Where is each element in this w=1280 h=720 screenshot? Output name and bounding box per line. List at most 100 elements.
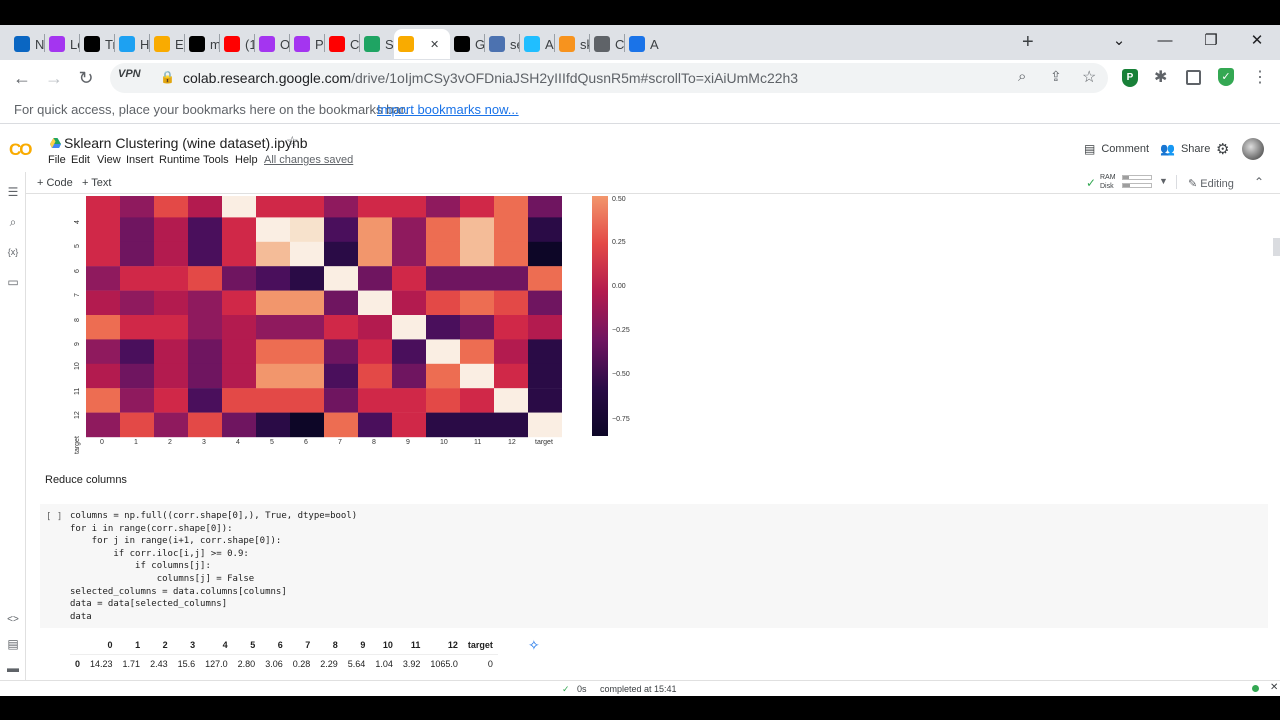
search-icon[interactable]: ⌕ — [5, 214, 21, 230]
colorbar — [592, 196, 608, 436]
share-button[interactable]: 👥 Share — [1160, 142, 1210, 156]
save-status[interactable]: All changes saved — [264, 154, 353, 166]
menu-item[interactable]: File — [48, 154, 66, 166]
address-bar[interactable]: VPN 🔒 colab.research.google.com/drive/1o… — [110, 63, 1108, 93]
files-folder-icon[interactable]: ▭ — [5, 274, 21, 290]
x-tick-label: 8 — [372, 439, 376, 446]
comment-button[interactable]: ▤ Comment — [1084, 142, 1149, 156]
left-sidebar: ☰ ⌕ {x} ▭ <> ▤ ▬ — [0, 172, 26, 680]
tab-search-icon[interactable]: ⌄ — [1096, 25, 1142, 55]
back-icon[interactable]: ← — [10, 66, 34, 90]
code-cell[interactable]: [ ] columns = np.full((corr.shape[0],), … — [40, 504, 1268, 628]
editing-mode-button[interactable]: ✎ Editing — [1188, 177, 1234, 190]
browser-tab[interactable]: No — [10, 29, 44, 59]
avatar[interactable] — [1242, 138, 1264, 160]
side-panel-icon[interactable] — [1186, 70, 1201, 85]
collapse-chevron-icon[interactable]: ⌃ — [1254, 175, 1264, 189]
bottom-letterbox — [0, 696, 1280, 720]
menu-item[interactable]: Help — [235, 154, 258, 166]
heatmap-cell — [154, 266, 188, 291]
tab-strip: No Lea Try Ho Edi ma (18 On Per Ch Sea ✕ Git sea An skl… — [0, 25, 1280, 60]
tab-label: skl — [580, 36, 589, 52]
browser-tab[interactable]: Git — [450, 29, 484, 59]
command-palette-icon[interactable]: ▤ — [5, 636, 21, 652]
browser-tab[interactable]: Ch — [325, 29, 359, 59]
browser-tab[interactable]: Civ — [590, 29, 624, 59]
forward-icon[interactable]: → — [42, 66, 66, 90]
column-header: 1 — [135, 640, 141, 650]
variables-icon[interactable]: {x} — [5, 244, 21, 260]
menu-item[interactable]: Insert — [126, 154, 154, 166]
browser-tab[interactable]: Ag — [625, 29, 659, 59]
x-tick-label: 0 — [100, 439, 104, 446]
add-code-button[interactable]: + Code — [37, 177, 73, 189]
menu-item[interactable]: Tools — [203, 154, 229, 166]
vpn-icon[interactable]: VPN — [118, 68, 141, 80]
heatmap-cell — [120, 290, 154, 316]
terminal-icon[interactable]: ▬ — [5, 660, 21, 676]
x-tick-label: 4 — [236, 439, 240, 446]
heatmap-cell — [494, 217, 528, 242]
table-of-contents-icon[interactable]: ☰ — [5, 184, 21, 200]
close-status-icon[interactable]: ✕ — [1270, 682, 1278, 693]
url-text[interactable]: colab.research.google.com/drive/1oIjmCSy… — [183, 70, 798, 86]
browser-menu-icon[interactable]: ⋮ — [1252, 67, 1268, 87]
heatmap-cell — [86, 388, 120, 413]
browser-tab[interactable]: Try — [80, 29, 114, 59]
resources-indicator[interactable]: RAM Disk — [1100, 173, 1116, 191]
magic-wand-icon[interactable]: ✧ — [528, 637, 540, 654]
add-text-button[interactable]: + Text — [82, 177, 111, 189]
browser-tab[interactable]: Ho — [115, 29, 149, 59]
close-window-icon[interactable]: ✕ — [1234, 25, 1280, 55]
udemy-icon — [294, 36, 310, 52]
browser-tab[interactable]: sea — [485, 29, 519, 59]
browser-tab[interactable]: Lea — [45, 29, 79, 59]
restore-icon[interactable]: ❐ — [1188, 25, 1234, 55]
menu-item[interactable]: Edit — [71, 154, 90, 166]
extension-p-icon[interactable]: P — [1122, 69, 1138, 87]
heatmap-cell — [528, 196, 562, 218]
menu-item[interactable]: View — [97, 154, 121, 166]
new-tab-icon[interactable]: + — [1022, 31, 1034, 54]
code-snippets-icon[interactable]: <> — [5, 612, 21, 628]
extensions-puzzle-icon[interactable]: ✱ — [1154, 67, 1167, 87]
share-page-icon[interactable]: ⇪ — [1050, 68, 1062, 85]
heatmap-cell — [256, 241, 290, 267]
y-tick-label: 10 — [74, 362, 81, 371]
heatmap-cell — [290, 363, 324, 389]
lock-icon[interactable]: 🔒 — [160, 70, 175, 84]
runtime-dropdown-icon[interactable]: ▼ — [1159, 176, 1168, 186]
browser-tab[interactable]: ✕ — [394, 29, 450, 59]
settings-gear-icon[interactable]: ⚙ — [1216, 140, 1229, 158]
minimize-icon[interactable]: — — [1142, 25, 1188, 55]
run-cell-button[interactable]: [ ] — [46, 512, 62, 522]
star-icon[interactable]: ☆ — [286, 133, 299, 150]
browser-tab[interactable]: Edi — [150, 29, 184, 59]
shield-check-icon[interactable]: ✓ — [1218, 68, 1234, 86]
browser-tab[interactable]: Sea — [360, 29, 394, 59]
browser-tab[interactable]: skl — [555, 29, 589, 59]
bookmark-star-icon[interactable]: ☆ — [1082, 67, 1096, 87]
close-tab-icon[interactable]: ✕ — [430, 38, 439, 51]
reload-icon[interactable]: ↻ — [74, 66, 98, 90]
colab-logo[interactable]: CO — [9, 140, 32, 160]
heatmap-cell — [86, 196, 120, 218]
heatmap-cell — [324, 363, 358, 389]
browser-tab[interactable]: Per — [290, 29, 324, 59]
menu-item[interactable]: Runtime — [159, 154, 200, 166]
browser-tab[interactable]: (18 — [220, 29, 254, 59]
heatmap-cell — [460, 339, 494, 364]
import-bookmarks-link[interactable]: Import bookmarks now... — [377, 102, 519, 117]
scrollbar-thumb[interactable] — [1273, 238, 1280, 256]
screen: No Lea Try Ho Edi ma (18 On Per Ch Sea ✕ Git sea An skl… — [0, 0, 1280, 720]
zoom-search-icon[interactable]: ⌕ — [1018, 68, 1026, 85]
code-editor[interactable]: columns = np.full((corr.shape[0],), True… — [70, 510, 357, 623]
code-line: columns[j] = False — [70, 573, 255, 584]
chatgpt-icon — [189, 36, 205, 52]
browser-tab[interactable]: On — [255, 29, 289, 59]
browser-tab[interactable]: An — [520, 29, 554, 59]
notebook-title[interactable]: Sklearn Clustering (wine dataset).ipynb — [64, 135, 308, 151]
browser-tab[interactable]: ma — [185, 29, 219, 59]
heatmap-cell — [290, 290, 324, 316]
colab-icon — [154, 36, 170, 52]
